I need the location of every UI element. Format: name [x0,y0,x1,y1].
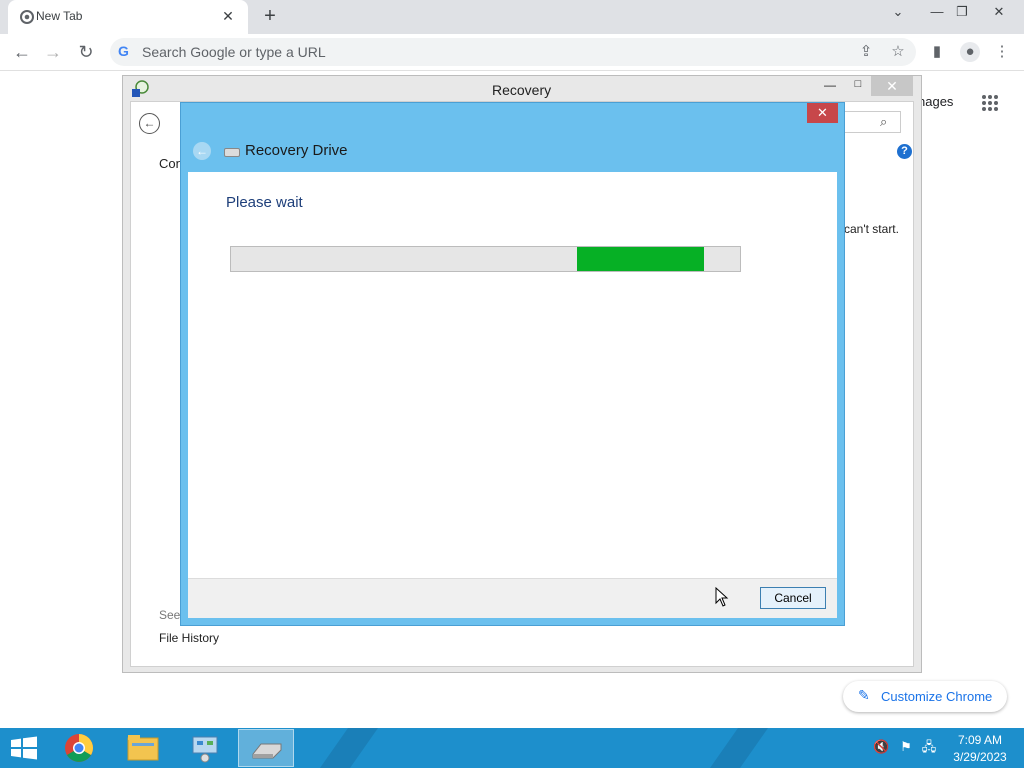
tab-close-icon[interactable]: ✕ [218,6,238,26]
share-icon[interactable]: ⇪ [856,42,876,62]
chrome-app-icon [65,734,93,762]
back-icon[interactable]: ← [10,41,34,65]
taskbar-control-panel[interactable] [177,729,233,767]
omnibox-placeholder[interactable]: Search Google or type a URL [142,44,326,60]
tab-search-icon[interactable]: ⌄ [884,2,912,24]
search-icon[interactable]: ⌕ [880,114,887,130]
network-icon[interactable]: 🖧 [921,739,937,755]
recovery-back-icon[interactable]: ← [139,113,160,134]
bookmark-star-icon[interactable]: ☆ [888,42,908,62]
dialog-footer [188,578,837,618]
chrome-menu-icon[interactable]: ⋮ [992,42,1012,62]
minimize-icon[interactable]: — [923,2,951,24]
file-history-link[interactable]: File History [159,631,219,645]
forward-icon[interactable]: → [41,41,65,65]
chrome-tab-icon [20,10,34,24]
recovery-app-icon [132,80,149,97]
customize-chrome-label[interactable]: Customize Chrome [881,689,992,704]
please-wait-heading: Please wait [226,194,303,211]
volume-muted-icon[interactable]: 🔇 [873,739,889,755]
google-icon: G [118,43,129,59]
see-also-label: See [159,608,181,622]
drive-icon [252,743,282,759]
cancel-button[interactable]: Cancel [760,587,826,609]
taskbar-chrome[interactable] [51,729,107,767]
drive-icon [224,148,240,157]
restore-icon[interactable]: ❐ [948,2,976,24]
action-center-flag-icon[interactable]: ⚑ [898,739,914,755]
folder-icon [127,735,159,761]
taskbar-recovery-drive[interactable] [238,729,294,767]
recovery-maximize-icon[interactable]: □ [848,78,868,94]
profile-avatar-icon[interactable]: ● [960,42,980,62]
dialog-title: Recovery Drive [245,142,348,159]
control-panel-search-input[interactable] [843,111,901,133]
mouse-cursor-icon [715,587,729,607]
tab-title: New Tab [36,9,83,23]
dialog-content [188,172,837,578]
dialog-back-icon[interactable]: ← [193,142,211,160]
control-panel-icon [192,736,218,763]
reload-icon[interactable]: ↻ [74,41,98,65]
recovery-description-text: can't start. [844,222,899,236]
pencil-icon: ✎ [858,687,870,703]
side-panel-icon[interactable]: ▮ [927,42,947,62]
recovery-window-title: Recovery [492,82,552,98]
taskbar-file-explorer[interactable] [115,729,171,767]
windows-start-icon[interactable] [10,736,38,760]
clock-date[interactable]: 3/29/2023 [950,750,1010,764]
close-window-icon[interactable]: ✕ [985,2,1013,24]
new-tab-button[interactable]: + [258,5,282,29]
dialog-close-icon[interactable]: ✕ [807,103,838,123]
recovery-minimize-icon[interactable]: — [820,78,840,94]
clock-time[interactable]: 7:09 AM [950,733,1010,747]
progress-bar-fill [577,247,705,271]
google-apps-icon[interactable] [981,94,999,112]
help-icon[interactable]: ? [897,144,912,159]
images-link[interactable]: nages [918,94,953,109]
recovery-close-icon[interactable]: ✕ [871,76,913,96]
progress-bar [230,246,741,272]
